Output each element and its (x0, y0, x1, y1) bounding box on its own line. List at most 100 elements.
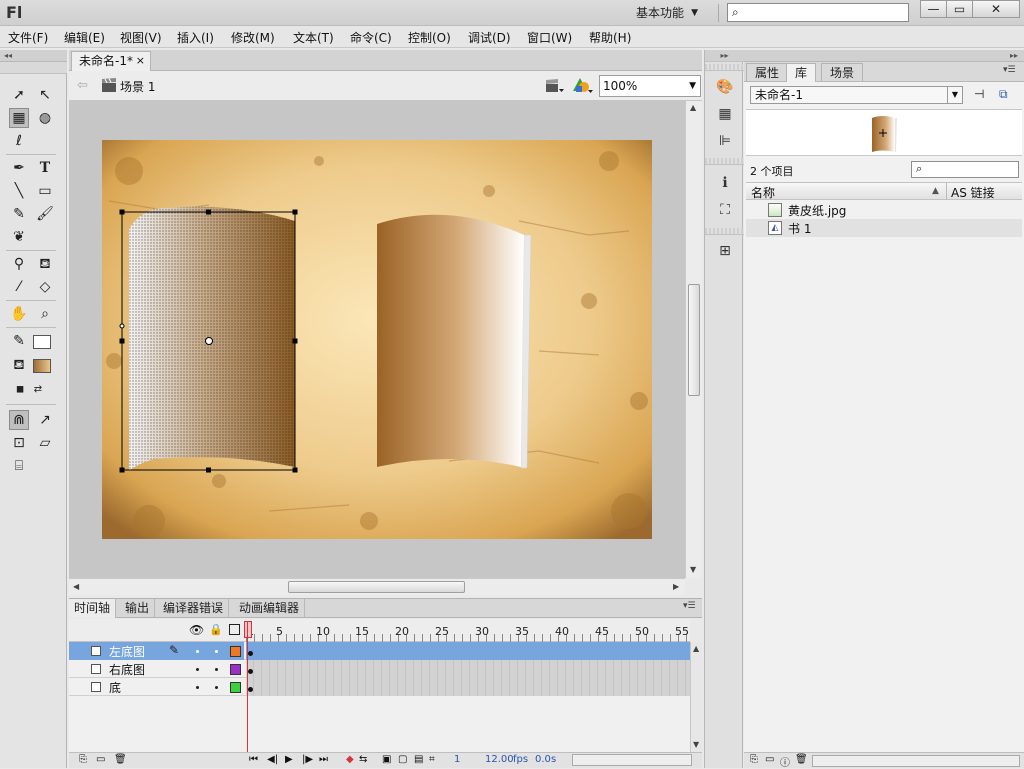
scroll-down-icon[interactable]: ▼ (693, 740, 699, 749)
3d-rotation-tool-icon[interactable]: ◍ (35, 108, 55, 128)
timeline-horizontal-scrollbar[interactable] (572, 754, 692, 766)
rectangle-tool-icon[interactable]: ▭ (35, 181, 55, 201)
edit-multiple-frames-icon[interactable]: ▤ (414, 754, 423, 765)
tab-scene[interactable]: 场景 (821, 63, 864, 82)
delete-layer-icon[interactable]: 🗑 (114, 754, 127, 765)
pin-library-icon[interactable]: ⊣ (974, 87, 984, 101)
close-icon[interactable]: × (136, 52, 145, 70)
tab-library[interactable]: 库 (786, 63, 817, 82)
new-layer-icon[interactable]: ⎘ (79, 754, 87, 765)
playhead-handle[interactable] (244, 621, 252, 638)
library-item[interactable]: 黄皮纸.jpg (746, 201, 1022, 219)
properties-icon[interactable]: ⓘ (780, 754, 790, 769)
scene-label[interactable]: 场景 1 (120, 78, 155, 95)
onion-skin-icon[interactable]: ▣ (382, 754, 391, 765)
modify-markers-icon[interactable]: ⌗ (429, 754, 435, 765)
stroke-color-icon[interactable]: ✎ (9, 331, 29, 351)
layer-frames[interactable] (246, 660, 690, 678)
free-transform-tool-icon[interactable]: ▦ (9, 108, 29, 128)
outline-icon[interactable] (229, 624, 240, 635)
color-palette-icon[interactable]: 🎨 (715, 77, 735, 97)
paint-bucket-tool-icon[interactable]: ⛾ (35, 254, 55, 274)
stage-vertical-scrollbar[interactable]: ▲ ▼ (685, 101, 702, 578)
menu-text[interactable]: 文本(T) (293, 29, 334, 46)
menu-debug[interactable]: 调试(D) (468, 29, 511, 46)
layer-name-cell[interactable]: 左底图 ✎ (69, 642, 244, 660)
library-document-select[interactable]: 未命名-1 ▼ (750, 86, 963, 104)
stroke-color-swatch[interactable] (33, 335, 51, 349)
timeline-vertical-scrollbar[interactable]: ▲ ▼ (690, 642, 702, 752)
column-as-linkage[interactable]: AS 链接 (951, 184, 995, 201)
menu-commands[interactable]: 命令(C) (350, 29, 392, 46)
transform-icon[interactable]: ⛶ (715, 200, 735, 220)
default-colors-icon[interactable]: ◼ (12, 380, 28, 400)
lock-dot[interactable] (215, 650, 218, 653)
layer-outline-swatch[interactable] (230, 664, 241, 675)
text-tool-icon[interactable]: T (35, 158, 55, 178)
last-frame-icon[interactable]: ⏭ (319, 754, 328, 765)
expand-arrows-icon[interactable]: ▸▸ (705, 50, 744, 62)
scroll-up-icon[interactable]: ▲ (693, 644, 699, 653)
minimize-button[interactable]: — (920, 0, 947, 18)
scroll-up-icon[interactable]: ▲ (690, 103, 696, 112)
new-library-panel-icon[interactable]: ⧉ (999, 87, 1008, 102)
stage-horizontal-scrollbar[interactable]: ◀ ▶ (69, 578, 685, 595)
document-tab[interactable]: 未命名-1* × (71, 51, 151, 71)
panel-menu-icon[interactable]: ▾☰ (1003, 65, 1016, 75)
collapse-arrows-icon[interactable]: ◂◂ (0, 50, 67, 62)
play-icon[interactable]: ▶ (285, 754, 293, 765)
new-folder-icon[interactable]: ▭ (96, 754, 105, 765)
layer-outline-swatch[interactable] (230, 646, 241, 657)
library-horizontal-scrollbar[interactable] (812, 755, 1020, 767)
loop-icon[interactable]: ⇆ (359, 754, 367, 765)
fill-color-swatch[interactable] (33, 359, 51, 373)
swap-colors-icon[interactable]: ⇄ (30, 380, 46, 400)
menu-modify[interactable]: 修改(M) (231, 29, 275, 46)
elapsed-time[interactable]: 0.0 (535, 754, 551, 765)
panel-grip[interactable] (705, 228, 744, 235)
right-page[interactable] (377, 214, 532, 469)
tab-output[interactable]: 输出 (120, 599, 156, 618)
layer-frames[interactable] (246, 642, 690, 660)
zoom-tool-icon[interactable]: ⌕ (35, 304, 55, 324)
panel-grip[interactable] (705, 64, 744, 71)
maximize-button[interactable]: ▭ (946, 0, 973, 18)
scroll-thumb[interactable] (688, 284, 700, 396)
back-arrow-icon[interactable]: ⇦ (77, 78, 88, 93)
brush-tool-icon[interactable]: 🖌 (35, 204, 55, 224)
layer-name-cell[interactable]: 底 (69, 678, 244, 696)
sort-ascending-icon[interactable]: ▲ (932, 186, 939, 196)
menu-help[interactable]: 帮助(H) (589, 29, 631, 46)
workspace-switcher[interactable]: 基本功能 ▼ (636, 4, 698, 22)
snap-to-objects-icon[interactable]: ⋒ (9, 410, 29, 430)
panel-grip[interactable] (0, 62, 67, 74)
frame-ruler[interactable] (246, 634, 690, 642)
visibility-dot[interactable] (196, 686, 199, 689)
rotate-skew-icon[interactable]: ⊡ (9, 433, 29, 453)
visibility-dot[interactable] (196, 650, 199, 653)
menu-insert[interactable]: 插入(I) (177, 29, 214, 46)
align-icon[interactable]: ⊫ (715, 131, 735, 151)
scroll-thumb[interactable] (288, 581, 465, 593)
layer-frames[interactable] (246, 678, 690, 696)
layer-row[interactable]: 底 (69, 678, 690, 696)
scroll-down-icon[interactable]: ▼ (690, 565, 696, 574)
pencil-tool-icon[interactable]: ✎ (9, 204, 29, 224)
eraser-tool-icon[interactable]: ◇ (35, 277, 55, 297)
bone-tool-icon[interactable]: ⚲ (9, 254, 29, 274)
lock-dot[interactable] (215, 668, 218, 671)
layer-outline-swatch[interactable] (230, 682, 241, 693)
column-name[interactable]: 名称 (751, 184, 775, 201)
lasso-tool-icon[interactable]: ℓ (9, 131, 29, 151)
new-folder-icon[interactable]: ▭ (765, 754, 774, 765)
edit-scene-icon[interactable] (545, 78, 565, 94)
fill-color-icon[interactable]: ⛾ (9, 355, 29, 375)
menu-view[interactable]: 视图(V) (120, 29, 162, 46)
panel-grip[interactable] (705, 158, 744, 165)
first-frame-icon[interactable]: ⏮ (249, 754, 258, 765)
line-tool-icon[interactable]: ╲ (9, 181, 29, 201)
menu-edit[interactable]: 编辑(E) (64, 29, 105, 46)
library-search-input[interactable]: ⌕ (911, 161, 1019, 178)
prev-frame-icon[interactable]: ◀| (267, 754, 278, 765)
menu-control[interactable]: 控制(O) (408, 29, 451, 46)
